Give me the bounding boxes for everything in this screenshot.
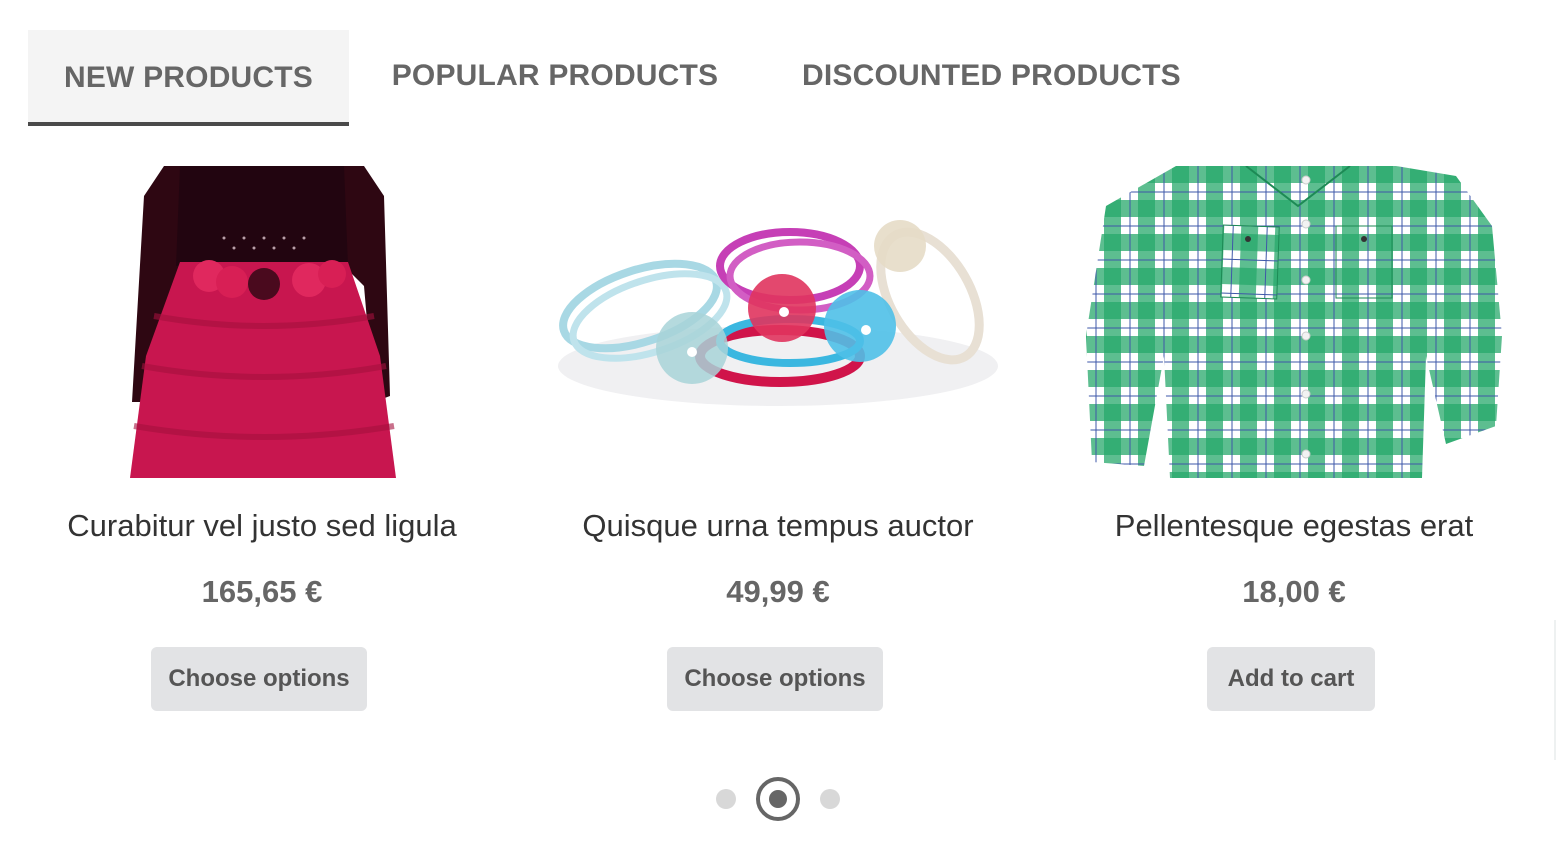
product-name[interactable]: Pellentesque egestas erat — [1036, 508, 1552, 544]
product-price: 165,65 € — [201, 574, 323, 609]
carousel-dot-2-active[interactable] — [756, 777, 800, 821]
product-price: 18,00 € — [1242, 574, 1346, 609]
carousel-pagination — [0, 777, 1556, 821]
product-tabs: NEW PRODUCTS POPULAR PRODUCTS DISCOUNTED… — [28, 30, 1221, 126]
tab-discounted-products[interactable]: DISCOUNTED PRODUCTS — [761, 30, 1221, 122]
product-card: Pellentesque egestas erat 18,00 € Add to… — [1036, 166, 1552, 711]
product-price: 49,99 € — [726, 574, 830, 609]
choose-options-button[interactable]: Choose options — [151, 647, 367, 711]
tab-new-products[interactable]: NEW PRODUCTS — [28, 30, 349, 126]
carousel-dot-1[interactable] — [716, 789, 736, 809]
tab-popular-products[interactable]: POPULAR PRODUCTS — [349, 30, 761, 122]
product-name[interactable]: Curabitur vel justo sed ligula — [4, 508, 520, 544]
product-card: Quisque urna tempus auctor 49,99 € Choos… — [520, 166, 1036, 711]
product-image-plaid-shirt[interactable] — [1036, 166, 1552, 478]
add-to-cart-button[interactable]: Add to cart — [1207, 647, 1375, 711]
product-card: Curabitur vel justo sed ligula 165,65 € … — [4, 166, 520, 711]
choose-options-button[interactable]: Choose options — [667, 647, 883, 711]
product-image-dress[interactable] — [4, 166, 520, 478]
product-carousel: Curabitur vel justo sed ligula 165,65 € … — [0, 166, 1556, 726]
carousel-dot-3[interactable] — [820, 789, 840, 809]
product-name[interactable]: Quisque urna tempus auctor — [520, 508, 1036, 544]
product-image-hair-ties[interactable] — [520, 166, 1036, 478]
